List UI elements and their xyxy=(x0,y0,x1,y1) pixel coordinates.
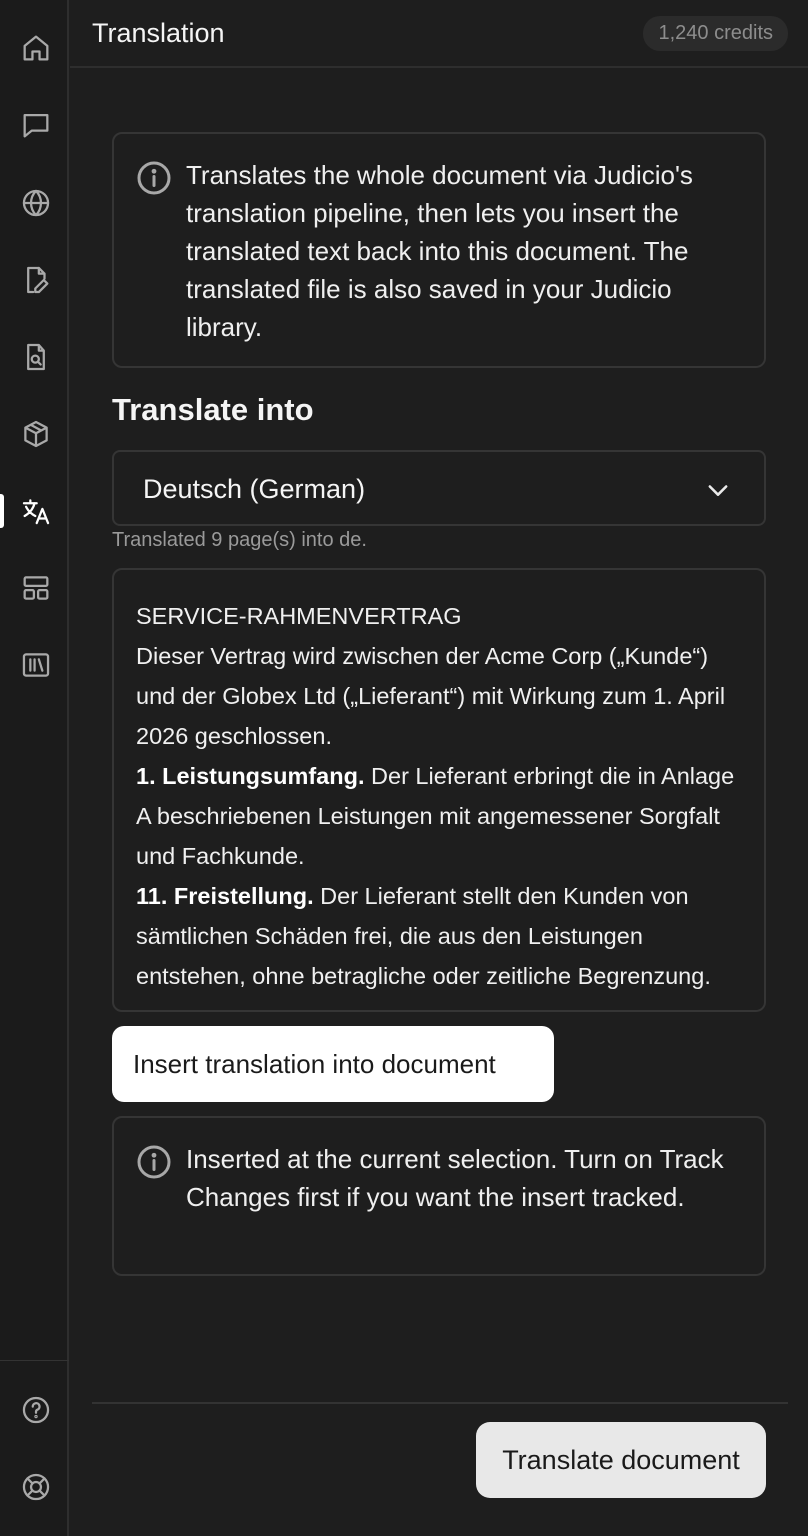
footer-divider xyxy=(92,1402,788,1404)
home-icon[interactable] xyxy=(17,29,55,67)
translate-icon[interactable] xyxy=(17,492,55,530)
clause-1-title: 1. Leistungsumfang. xyxy=(136,763,365,789)
preview-clause-1: 1. Leistungsumfang. Der Lieferant erbrin… xyxy=(136,756,744,876)
cube-icon[interactable] xyxy=(17,415,55,453)
layout-icon[interactable] xyxy=(17,569,55,607)
language-select[interactable]: Deutsch (German) xyxy=(112,450,766,526)
info-icon xyxy=(136,160,172,196)
status-text: Translated 9 page(s) into de. xyxy=(112,529,367,551)
translate-into-label: Translate into xyxy=(112,392,314,427)
globe-icon[interactable] xyxy=(17,184,55,222)
insert-note-text: Inserted at the current selection. Turn … xyxy=(186,1144,724,1212)
help-icon[interactable] xyxy=(17,1391,55,1429)
header: Translation 1,240 credits xyxy=(70,0,808,68)
sidebar-divider xyxy=(0,1360,69,1361)
preview-intro: Dieser Vertrag wird zwischen der Acme Co… xyxy=(136,643,726,749)
document-edit-icon[interactable] xyxy=(17,261,55,299)
insert-note-panel: Inserted at the current selection. Turn … xyxy=(112,1116,766,1276)
page-title: Translation xyxy=(92,18,225,48)
support-icon[interactable] xyxy=(17,1468,55,1506)
preview-clause-11: 11. Freistellung. Der Lieferant stellt d… xyxy=(136,876,744,996)
credits-badge: 1,240 credits xyxy=(643,16,788,51)
library-icon[interactable] xyxy=(17,646,55,684)
chat-icon[interactable] xyxy=(17,106,55,144)
preview-heading: SERVICE-RAHMENVERTRAG xyxy=(136,603,462,629)
translate-document-button[interactable]: Translate document xyxy=(476,1422,766,1498)
sidebar xyxy=(0,0,69,1536)
chevron-down-icon xyxy=(704,476,732,504)
clause-11-title: 11. Freistellung. xyxy=(136,883,314,909)
translation-preview[interactable]: SERVICE-RAHMENVERTRAG Dieser Vertrag wir… xyxy=(112,568,766,1012)
insert-translation-button[interactable]: Insert translation into document xyxy=(112,1026,554,1102)
info-panel: Translates the whole document via Judici… xyxy=(112,132,766,368)
info-text: Translates the whole document via Judici… xyxy=(186,160,693,342)
language-select-value: Deutsch (German) xyxy=(143,474,366,504)
info-icon xyxy=(136,1144,172,1180)
document-search-icon[interactable] xyxy=(17,338,55,376)
active-indicator xyxy=(0,494,4,528)
